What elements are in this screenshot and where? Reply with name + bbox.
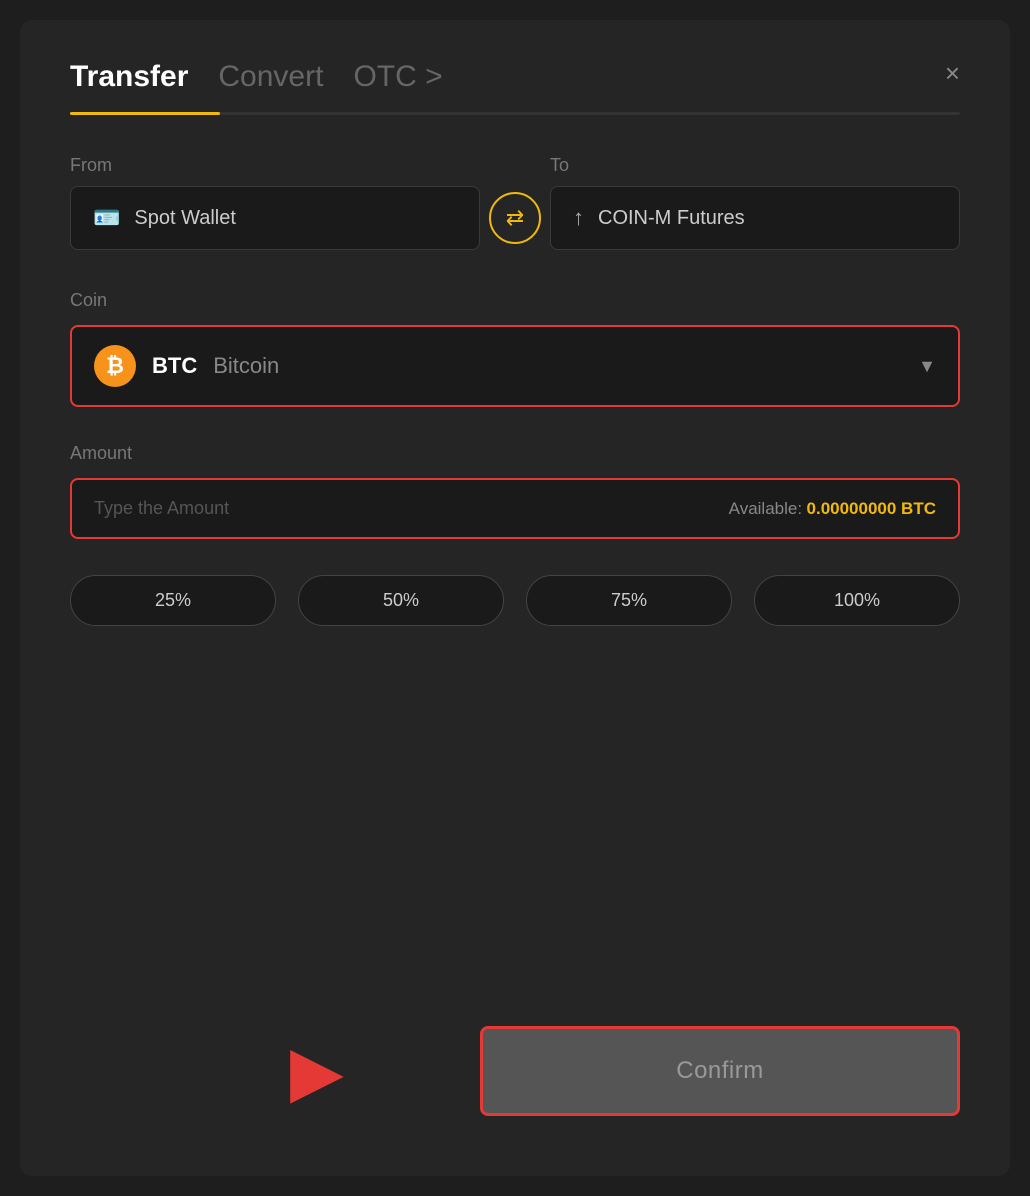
tab-transfer[interactable]: Transfer [70, 60, 188, 94]
to-wallet-box[interactable]: ↑ COIN-M Futures [550, 186, 960, 250]
close-button[interactable]: × [945, 60, 960, 86]
arrow-indicator: ▶ [290, 1030, 344, 1112]
tab-convert[interactable]: Convert [218, 60, 323, 94]
tab-otc[interactable]: OTC > [353, 60, 442, 94]
from-wallet-name: Spot Wallet [134, 207, 236, 230]
amount-input[interactable] [94, 498, 294, 519]
btc-letter: ₿ [106, 353, 124, 379]
percent-100-button[interactable]: 100% [754, 575, 960, 626]
chevron-down-icon: ▼ [918, 356, 936, 377]
available-display: Available: 0.00000000 BTC [729, 499, 936, 519]
amount-label: Amount [70, 443, 960, 464]
amount-section: Amount Available: 0.00000000 BTC [70, 443, 960, 539]
available-value: 0.00000000 BTC [807, 499, 936, 518]
swap-icon: ⇄ [506, 205, 524, 231]
swap-btn-wrap: ⇄ [480, 192, 550, 244]
from-label: From [70, 155, 112, 175]
percent-25-button[interactable]: 25% [70, 575, 276, 626]
wallet-row: 🪪 Spot Wallet ⇄ ↑ COIN-M Futures [70, 186, 960, 250]
from-wallet-box[interactable]: 🪪 Spot Wallet [70, 186, 480, 250]
confirm-button[interactable]: Confirm [480, 1026, 960, 1116]
to-wallet-name: COIN-M Futures [598, 207, 745, 230]
tab-underline-row [70, 112, 960, 115]
active-tab-underline [70, 112, 220, 115]
from-to-labels: From To [70, 155, 960, 176]
coin-symbol: BTC [152, 353, 197, 379]
coin-dropdown[interactable]: ₿ BTC Bitcoin ▼ [70, 325, 960, 407]
bottom-section: ▶ Confirm [70, 1026, 960, 1116]
wallet-card-icon: 🪪 [93, 205, 120, 231]
to-label: To [550, 155, 569, 175]
coin-label: Coin [70, 290, 960, 311]
btc-icon: ₿ [94, 345, 136, 387]
percent-50-button[interactable]: 50% [298, 575, 504, 626]
amount-input-box: Available: 0.00000000 BTC [70, 478, 960, 539]
futures-icon: ↑ [573, 205, 584, 231]
percent-75-button[interactable]: 75% [526, 575, 732, 626]
coin-full-name: Bitcoin [213, 353, 279, 379]
swap-button[interactable]: ⇄ [489, 192, 541, 244]
transfer-modal: Transfer Convert OTC > × From To 🪪 Spot … [20, 20, 1010, 1176]
modal-header: Transfer Convert OTC > × [70, 60, 960, 94]
coin-section: Coin ₿ BTC Bitcoin ▼ [70, 290, 960, 407]
available-label: Available: [729, 499, 802, 518]
percent-row: 25% 50% 75% 100% [70, 575, 960, 626]
